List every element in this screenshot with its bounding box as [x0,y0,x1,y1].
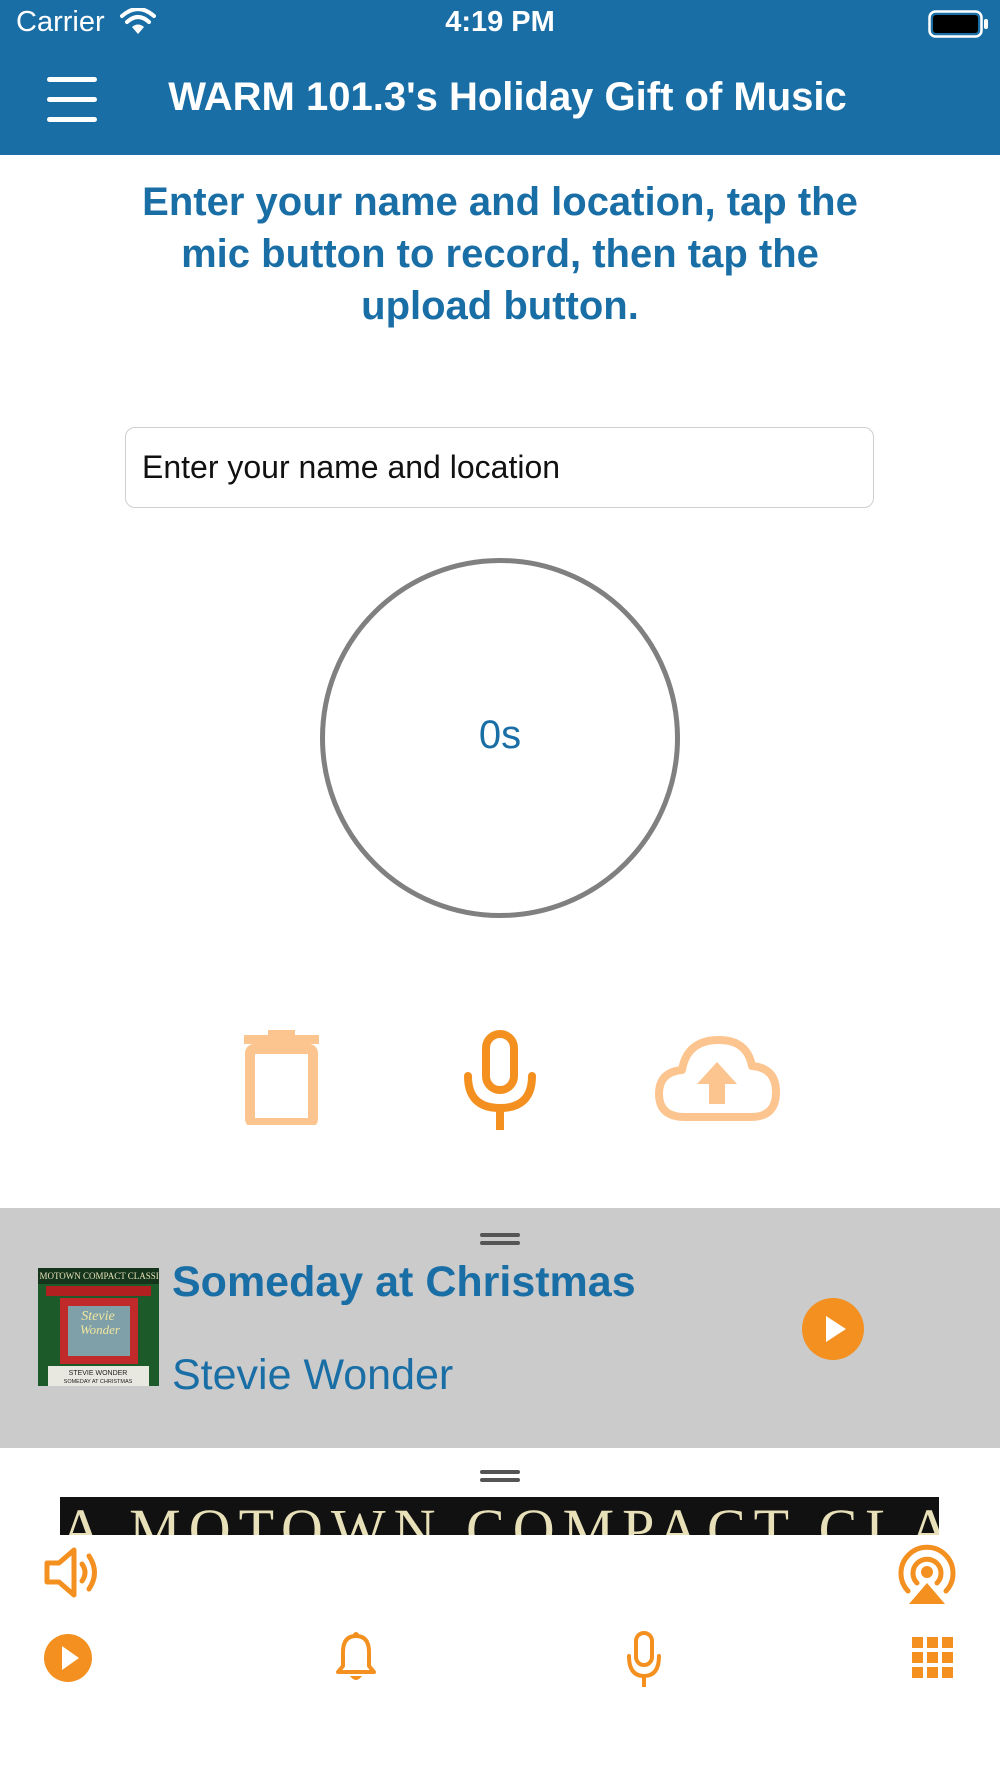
play-icon [826,1316,846,1342]
play-icon [44,1634,92,1682]
airplay-icon [898,1544,956,1604]
battery-icon [928,10,988,38]
instructions-text: Enter your name and location, tap the mi… [142,180,858,328]
record-button[interactable] [460,1030,540,1130]
album-top-text: A MOTOWN COMPACT CLASSIC [38,1271,159,1281]
track-artist: Stevie Wonder [172,1351,454,1399]
delete-recording-button[interactable] [244,1030,319,1128]
recording-timer-text: 0s [478,713,522,757]
album-banner-image: A MOTOWN COMPACT CLASSIC [60,1497,939,1535]
album-artist-text: STEVIE WONDER [69,1370,128,1377]
tab-more[interactable] [912,1637,954,1679]
album-subtitle-text: SOMEDAY AT CHRISTMAS [64,1379,133,1385]
volume-button[interactable] [44,1545,106,1600]
status-time: 4:19 PM [445,6,555,38]
bell-icon [336,1632,376,1680]
page-title: WARM 101.3's Holiday Gift of Music [168,75,847,119]
svg-text:Wonder: Wonder [80,1322,121,1337]
track-title: Someday at Christmas [172,1258,636,1306]
album-banner-text: A MOTOWN COMPACT CLASSIC [60,1497,939,1536]
album-art: A MOTOWN COMPACT CLASSIC Stevie Wonder S… [31,1268,165,1386]
drag-handle-icon[interactable] [480,1233,520,1245]
tab-play[interactable] [42,1632,94,1684]
airplay-button[interactable] [896,1543,958,1605]
tab-notifications[interactable] [335,1632,377,1684]
microphone-icon [464,1030,536,1130]
trash-icon [244,1030,319,1128]
hamburger-menu-icon[interactable] [47,75,97,125]
tab-record[interactable] [625,1630,663,1688]
cloud-upload-icon [655,1036,780,1121]
volume-icon [44,1547,97,1598]
grid-icon [912,1637,953,1678]
now-playing-play-button[interactable] [802,1298,864,1360]
upload-recording-button[interactable] [655,1032,780,1127]
microphone-icon [627,1631,661,1687]
drag-handle-icon[interactable] [480,1470,520,1482]
name-location-input[interactable] [125,427,874,508]
